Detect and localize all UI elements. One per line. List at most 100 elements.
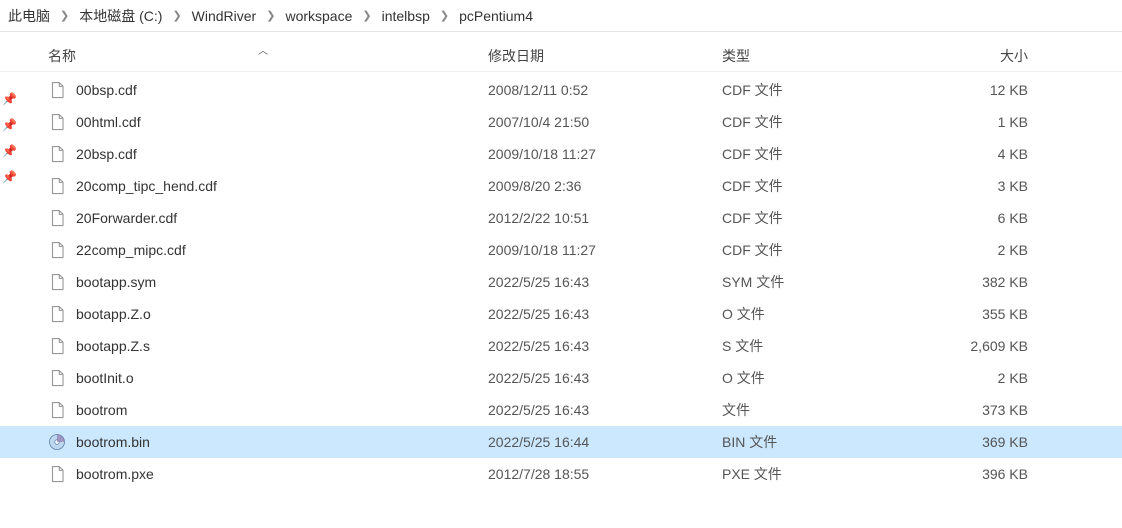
file-row[interactable]: 20bsp.cdf 2009/10/18 11:27CDF 文件4 KB: [0, 138, 1122, 170]
file-row[interactable]: bootapp.Z.o 2022/5/25 16:43O 文件355 KB: [0, 298, 1122, 330]
file-type: PXE 文件: [722, 464, 922, 484]
file-date: 2008/12/11 0:52: [488, 82, 722, 98]
file-type: BIN 文件: [722, 432, 922, 452]
file-row[interactable]: 20comp_tipc_hend.cdf 2009/8/20 2:36CDF 文件…: [0, 170, 1122, 202]
file-row[interactable]: bootrom 2022/5/25 16:43文件373 KB: [0, 394, 1122, 426]
file-date: 2012/7/28 18:55: [488, 466, 722, 482]
file-date: 2022/5/25 16:43: [488, 402, 722, 418]
column-header-name[interactable]: 名称: [48, 46, 488, 66]
disc-icon: [48, 433, 66, 451]
file-icon: [48, 401, 66, 419]
pin-icon: 📌: [2, 92, 22, 106]
file-name: 20comp_tipc_hend.cdf: [76, 178, 217, 194]
file-name: bootapp.Z.o: [76, 306, 151, 322]
column-label: 名称: [48, 46, 76, 66]
file-row[interactable]: bootrom.pxe 2012/7/28 18:55PXE 文件396 KB: [0, 458, 1122, 490]
file-name: bootapp.sym: [76, 274, 156, 290]
breadcrumb-bar: 此电脑 ❯ 本地磁盘 (C:) ❯ WindRiver ❯ workspace …: [0, 0, 1122, 32]
file-icon: [48, 369, 66, 387]
file-name: bootrom.pxe: [76, 466, 154, 482]
breadcrumb-item[interactable]: pcPentium4: [455, 8, 537, 24]
file-row[interactable]: 00html.cdf2007/10/4 21:50CDF 文件1 KB: [0, 106, 1122, 138]
sort-ascending-icon: ︿: [258, 42, 268, 57]
file-type: CDF 文件: [722, 208, 922, 228]
file-row[interactable]: 00bsp.cdf 2008/12/11 0:52CDF 文件12 KB: [0, 74, 1122, 106]
file-size: 355 KB: [922, 306, 1042, 322]
file-row[interactable]: 20Forwarder.cdf 2012/2/22 10:51CDF 文件6 KB: [0, 202, 1122, 234]
chevron-right-icon: ❯: [356, 9, 377, 22]
file-icon: [48, 465, 66, 483]
file-name: 00html.cdf: [76, 114, 141, 130]
file-icon: [48, 81, 66, 99]
file-size: 373 KB: [922, 402, 1042, 418]
file-type: CDF 文件: [722, 112, 922, 132]
chevron-right-icon: ❯: [260, 9, 281, 22]
file-row[interactable]: bootapp.Z.s 2022/5/25 16:43S 文件2,609 KB: [0, 330, 1122, 362]
file-name: bootInit.o: [76, 370, 134, 386]
pin-icon: 📌: [2, 144, 22, 158]
file-date: 2007/10/4 21:50: [488, 114, 722, 130]
file-type: CDF 文件: [722, 144, 922, 164]
column-header-date[interactable]: 修改日期: [488, 46, 722, 66]
file-size: 2,609 KB: [922, 338, 1042, 354]
pin-icon: 📌: [2, 170, 22, 184]
chevron-right-icon: ❯: [54, 9, 75, 22]
file-type: S 文件: [722, 336, 922, 356]
file-date: 2009/8/20 2:36: [488, 178, 722, 194]
file-row[interactable]: bootapp.sym 2022/5/25 16:43SYM 文件382 KB: [0, 266, 1122, 298]
file-date: 2009/10/18 11:27: [488, 242, 722, 258]
column-header-type[interactable]: 类型: [722, 46, 922, 66]
breadcrumb-item[interactable]: WindRiver: [188, 8, 261, 24]
file-type: CDF 文件: [722, 80, 922, 100]
file-icon: [48, 113, 66, 131]
file-icon: [48, 177, 66, 195]
file-name: 20bsp.cdf: [76, 146, 137, 162]
file-list: 00bsp.cdf2008/12/11 0:52CDF 文件12 KB00htm…: [0, 72, 1122, 490]
file-row[interactable]: bootrom.bin 2022/5/25 16:44BIN 文件369 KB: [0, 426, 1122, 458]
file-date: 2022/5/25 16:43: [488, 370, 722, 386]
file-icon: [48, 209, 66, 227]
file-date: 2022/5/25 16:43: [488, 306, 722, 322]
file-name: 22comp_mipc.cdf: [76, 242, 186, 258]
file-size: 3 KB: [922, 178, 1042, 194]
file-size: 369 KB: [922, 434, 1042, 450]
file-name: bootapp.Z.s: [76, 338, 150, 354]
column-header-size[interactable]: 大小: [922, 46, 1042, 66]
file-date: 2022/5/25 16:44: [488, 434, 722, 450]
file-size: 2 KB: [922, 370, 1042, 386]
column-header-row: 名称 修改日期 类型 大小: [0, 40, 1122, 72]
file-size: 12 KB: [922, 82, 1042, 98]
file-row[interactable]: 22comp_mipc.cdf 2009/10/18 11:27CDF 文件2 K…: [0, 234, 1122, 266]
file-type: 文件: [722, 400, 922, 420]
file-name: 20Forwarder.cdf: [76, 210, 177, 226]
file-date: 2022/5/25 16:43: [488, 338, 722, 354]
breadcrumb-item[interactable]: 本地磁盘 (C:): [75, 6, 166, 26]
file-date: 2009/10/18 11:27: [488, 146, 722, 162]
chevron-right-icon: ❯: [166, 9, 187, 22]
file-row[interactable]: bootInit.o2022/5/25 16:43O 文件2 KB: [0, 362, 1122, 394]
breadcrumb-item[interactable]: workspace: [281, 8, 356, 24]
breadcrumb-item[interactable]: 此电脑: [4, 6, 54, 26]
file-type: CDF 文件: [722, 176, 922, 196]
file-type: CDF 文件: [722, 240, 922, 260]
breadcrumb-item[interactable]: intelbsp: [378, 8, 434, 24]
file-size: 382 KB: [922, 274, 1042, 290]
file-name: bootrom.bin: [76, 434, 150, 450]
pin-icon: 📌: [2, 118, 22, 132]
file-name: 00bsp.cdf: [76, 82, 137, 98]
file-icon: [48, 273, 66, 291]
file-size: 6 KB: [922, 210, 1042, 226]
file-type: SYM 文件: [722, 272, 922, 292]
file-date: 2022/5/25 16:43: [488, 274, 722, 290]
file-icon: [48, 305, 66, 323]
file-size: 2 KB: [922, 242, 1042, 258]
file-size: 4 KB: [922, 146, 1042, 162]
file-size: 396 KB: [922, 466, 1042, 482]
file-type: O 文件: [722, 304, 922, 324]
file-date: 2012/2/22 10:51: [488, 210, 722, 226]
file-icon: [48, 337, 66, 355]
chevron-right-icon: ❯: [434, 9, 455, 22]
file-icon: [48, 145, 66, 163]
file-name: bootrom: [76, 402, 127, 418]
quick-access-pins: 📌 📌 📌 📌: [0, 92, 22, 184]
